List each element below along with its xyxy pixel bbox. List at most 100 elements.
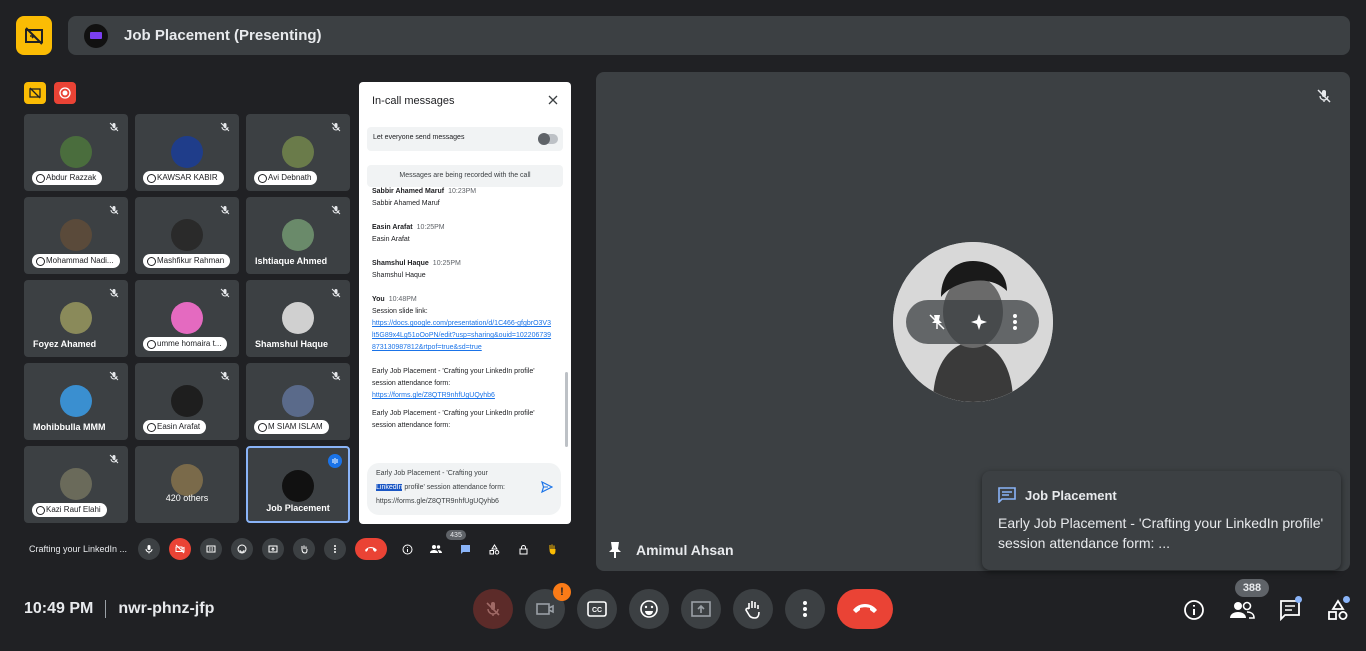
compose-line-1: Early Job Placement - 'Crafting your: [376, 470, 488, 477]
participant-tile[interactable]: Avi Debnath: [246, 114, 350, 191]
mini-leave-call-button[interactable]: [355, 538, 387, 560]
raise-hand-button[interactable]: [733, 589, 773, 629]
camera-button[interactable]: !: [525, 583, 571, 629]
participant-name: Avi Debnath: [254, 171, 318, 185]
people-button[interactable]: [1222, 594, 1262, 626]
participant-tile[interactable]: KAWSAR KABIR: [135, 114, 239, 191]
captions-icon: [206, 545, 216, 553]
send-messages-toggle[interactable]: [538, 133, 558, 145]
participant-avatar: [282, 470, 314, 502]
emoji-reactions-button[interactable]: [629, 589, 669, 629]
participant-tile[interactable]: Job Placement: [246, 446, 350, 523]
participant-avatar: [282, 219, 314, 251]
mini-captions-button[interactable]: [200, 538, 222, 560]
leave-call-button[interactable]: [837, 589, 893, 629]
participant-avatar: [282, 136, 314, 168]
participant-tile[interactable]: umme homaira t...: [135, 280, 239, 357]
mic-off-icon: [1317, 89, 1331, 103]
message-sender-row: Shamshul Haque 10:25PM: [372, 258, 552, 270]
chat-notification[interactable]: Job Placement Early Job Placement - 'Cra…: [982, 471, 1341, 570]
participant-tile[interactable]: Easin Arafat: [135, 363, 239, 440]
present-icon: [268, 545, 278, 553]
participant-tile[interactable]: Mohammad Nadi...: [24, 197, 128, 274]
mini-people-button[interactable]: [425, 538, 447, 560]
participant-name: Shamshul Haque: [255, 339, 329, 349]
message-text: Easin Arafat: [372, 236, 410, 243]
participant-name: Mashfikur Rahman: [143, 254, 231, 268]
mini-raise-hand-button[interactable]: [293, 538, 315, 560]
mini-activities-button[interactable]: [483, 538, 505, 560]
participant-tile[interactable]: M SIAM ISLAM: [246, 363, 350, 440]
meeting-details: 10:49 PM nwr-phnz-jfp: [24, 600, 214, 618]
compose-line-2-rest: profile' session attendance form:: [402, 484, 505, 491]
message-text: Session slide link:: [372, 308, 428, 315]
chat-icon: [460, 544, 470, 554]
info-icon: [402, 544, 412, 554]
mini-info-button[interactable]: [396, 538, 418, 560]
mini-hand-raised-indicator[interactable]: [541, 538, 563, 560]
captions-button[interactable]: CC: [577, 589, 617, 629]
participant-tile[interactable]: Kazi Rauf Elahi: [24, 446, 128, 523]
message-text: Early Job Placement - 'Crafting your Lin…: [372, 368, 535, 387]
mic-off-icon: [331, 371, 341, 381]
more-options-button[interactable]: [785, 589, 825, 629]
participant-tile[interactable]: Shamshul Haque: [246, 280, 350, 357]
mini-present-button[interactable]: [262, 538, 284, 560]
mini-more-button[interactable]: [324, 538, 346, 560]
mini-camera-button[interactable]: [169, 538, 191, 560]
message-sender: Easin Arafat: [372, 224, 413, 231]
end-call-icon: [365, 547, 377, 552]
presenter-logo: [84, 23, 108, 48]
participant-tile[interactable]: Ishtiaque Ahmed: [246, 197, 350, 274]
participant-name: Foyez Ahamed: [33, 339, 97, 349]
activities-button[interactable]: [1318, 594, 1358, 626]
unpin-icon[interactable]: [927, 312, 947, 332]
mini-chat-button[interactable]: [454, 538, 476, 560]
participant-name: Job Placement: [266, 503, 330, 513]
participant-tile[interactable]: Abdur Razzak: [24, 114, 128, 191]
hand-yellow-icon: [549, 544, 555, 555]
info-icon: [1184, 600, 1204, 620]
mini-mic-button[interactable]: [138, 538, 160, 560]
lock-person-icon: [519, 544, 527, 554]
current-time: 10:49 PM: [24, 600, 94, 617]
participant-avatar: [282, 385, 314, 417]
message-link[interactable]: https://forms.gle/Z8QTR9nhfUgUQyhb6: [372, 390, 552, 402]
participant-avatar: [60, 385, 92, 417]
message-input[interactable]: Early Job Placement - 'Crafting your Lin…: [367, 463, 561, 515]
participant-tile[interactable]: Mohibbulla MMM: [24, 363, 128, 440]
mini-host-controls-button[interactable]: [512, 538, 534, 560]
camera-off-icon: [175, 544, 185, 554]
message-time: 10:25PM: [416, 224, 445, 231]
svg-text:CC: CC: [592, 607, 602, 614]
chat-panel-title: In-call messages: [372, 95, 455, 107]
pin-icon[interactable]: [608, 541, 622, 559]
chat-message: Easin Arafat 10:25PM Easin Arafat: [372, 222, 552, 246]
mic-off-icon: [109, 205, 119, 215]
chat-button[interactable]: [1270, 594, 1310, 626]
chat-scrollbar[interactable]: [565, 372, 568, 447]
message-link[interactable]: https://docs.google.com/presentation/d/1…: [372, 318, 552, 354]
let-everyone-send-row: Let everyone send messages: [367, 127, 563, 151]
participant-tile[interactable]: Foyez Ahamed: [24, 280, 128, 357]
notification-title: Job Placement: [1025, 487, 1117, 503]
stop-presenting-icon: [25, 26, 43, 45]
message-time: 10:23PM: [448, 188, 477, 195]
mini-emoji-button[interactable]: [231, 538, 253, 560]
send-icon[interactable]: [541, 481, 553, 493]
presented-meeting-title: Crafting your LinkedIn ...: [29, 544, 128, 554]
participant-tile[interactable]: Mashfikur Rahman: [135, 197, 239, 274]
meeting-details-button[interactable]: [1174, 594, 1214, 626]
participant-avatar: [60, 302, 92, 334]
more-vert-icon[interactable]: [1012, 313, 1018, 331]
presentation-icon-button[interactable]: [16, 16, 52, 55]
microphone-button[interactable]: [473, 589, 513, 629]
chat-message: Sabbir Ahamed Maruf 10:23PM Sabbir Ahamed …: [372, 186, 552, 210]
presentation-bar: Job Placement (Presenting): [68, 16, 1350, 55]
message-sender-row: You 10:48PM: [372, 294, 552, 306]
effects-sparkle-icon[interactable]: [968, 311, 990, 333]
participant-tile[interactable]: 420 others: [135, 446, 239, 523]
close-icon[interactable]: [547, 94, 559, 106]
present-now-button[interactable]: [681, 589, 721, 629]
mic-off-icon: [109, 288, 119, 298]
